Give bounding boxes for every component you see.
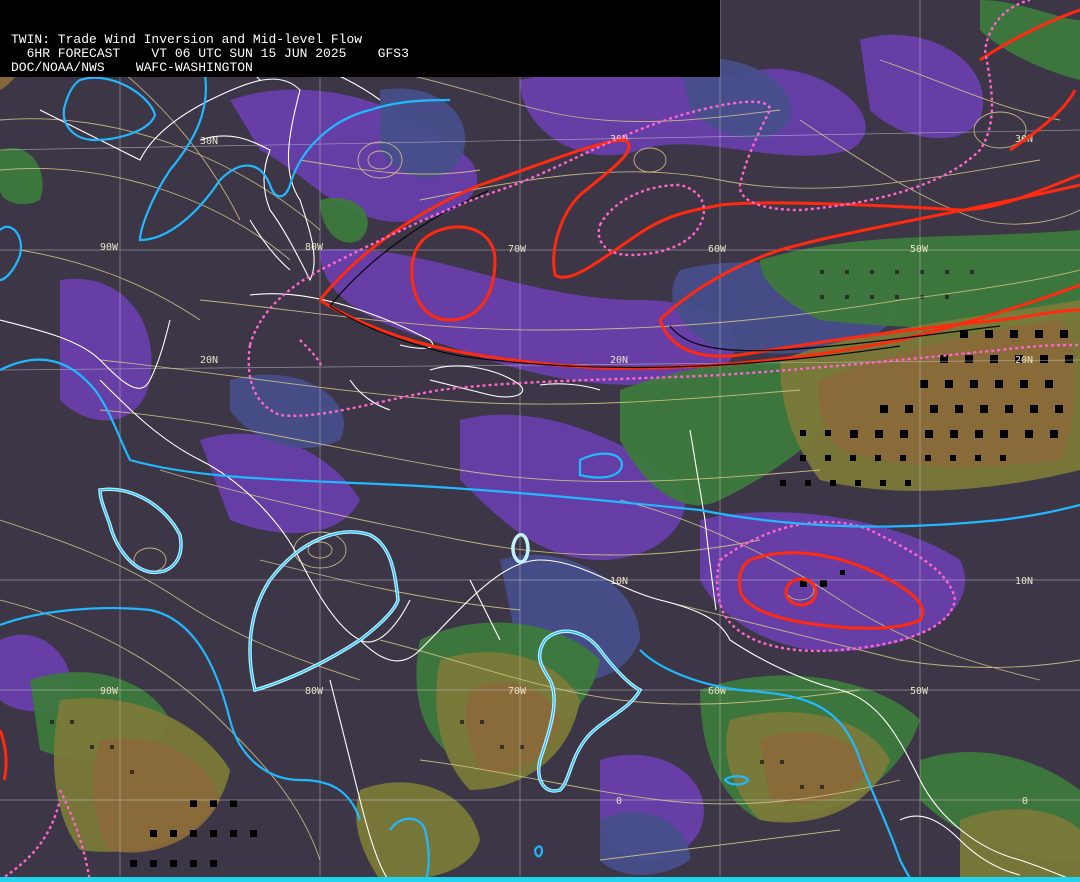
header-panel: TWIN: Trade Wind Inversion and Mid-level… bbox=[0, 0, 720, 77]
lon-label: 90W bbox=[100, 242, 119, 253]
lon-label: 90W bbox=[100, 686, 119, 697]
forecast-line: 6HR FORECAST VT 06 UTC SUN 15 JUN 2025 G… bbox=[11, 46, 409, 61]
lat-label: 0 bbox=[1022, 796, 1028, 807]
lon-label: 70W bbox=[508, 686, 527, 697]
lon-label: 80W bbox=[305, 242, 324, 253]
agency-line: DOC/NOAA/NWS WAFC-WASHINGTON bbox=[11, 60, 253, 75]
lat-label: 20N bbox=[610, 355, 628, 366]
lon-label: 50W bbox=[910, 686, 929, 697]
map-stage: 30N 30N 30N 20N 20N 20N 10N 10N 0 0 90W … bbox=[0, 0, 1080, 882]
lat-label: 10N bbox=[1015, 576, 1033, 587]
lon-label: 60W bbox=[708, 244, 727, 255]
lon-label: 70W bbox=[508, 244, 527, 255]
lat-label: 0 bbox=[616, 796, 622, 807]
lon-label: 80W bbox=[305, 686, 324, 697]
forecast-map: 30N 30N 30N 20N 20N 20N 10N 10N 0 0 90W … bbox=[0, 0, 1080, 882]
bottom-border bbox=[0, 877, 1080, 882]
lat-label: 20N bbox=[200, 355, 218, 366]
lat-label: 20N bbox=[1015, 355, 1033, 366]
lon-label: 50W bbox=[910, 244, 929, 255]
map-title: TWIN: Trade Wind Inversion and Mid-level… bbox=[11, 32, 363, 47]
